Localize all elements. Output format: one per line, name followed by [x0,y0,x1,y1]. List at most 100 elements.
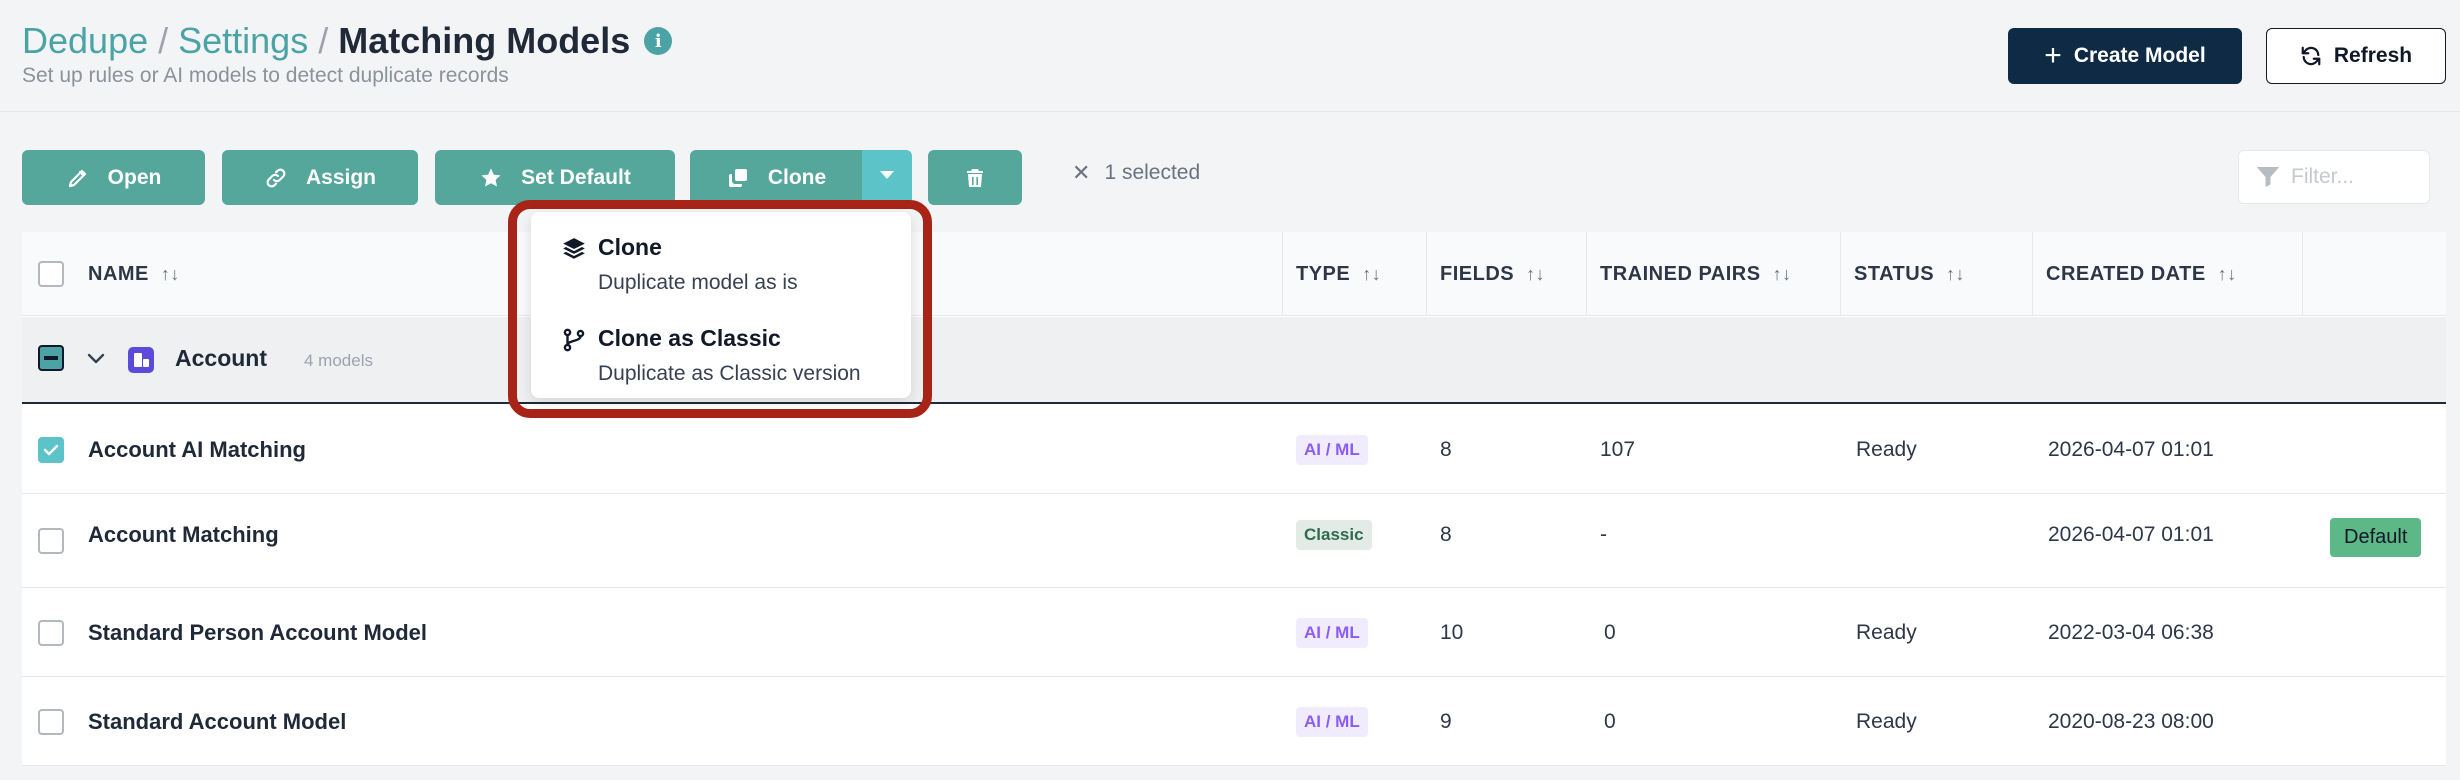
sort-icon: ↑↓ [1526,263,1546,284]
column-divider [2032,232,2033,316]
column-header-type[interactable]: TYPE ↑↓ [1296,232,1381,316]
type-badge: AI / ML [1296,435,1368,465]
row-checkbox[interactable] [38,620,64,646]
branch-icon [563,328,585,352]
table-row[interactable]: Account AI Matching AI / ML 8 107 Ready … [22,406,2446,494]
breadcrumb-settings[interactable]: Settings [178,20,308,62]
filter-field[interactable] [2238,150,2430,204]
group-count: 4 models [304,351,373,370]
open-label: Open [107,165,162,189]
table-row[interactable]: Account Matching Classic 8 - 2026-04-07 … [22,495,2446,588]
create-model-button[interactable]: + Create Model [2008,28,2242,84]
column-divider [1840,232,1841,316]
create-model-label: Create Model [2073,44,2206,67]
table-row[interactable]: Standard Account Model AI / ML 9 0 Ready… [22,678,2446,766]
row-checkbox[interactable] [38,528,64,554]
plus-icon: + [2044,39,2062,72]
row-trained-pairs: - [1600,523,1607,546]
filter-icon [2256,167,2280,187]
refresh-label: Refresh [2333,44,2413,67]
clone-dropdown-toggle[interactable] [862,150,912,205]
column-divider [2302,232,2303,316]
column-header-created-date[interactable]: CREATED DATE ↑↓ [2046,232,2237,316]
link-icon [266,168,286,187]
trash-icon [967,168,983,187]
row-trained-pairs: 0 [1604,710,1616,733]
clone-label: Clone [767,165,827,189]
clear-selection-icon[interactable]: ✕ [1072,160,1090,186]
column-type-label: TYPE [1296,262,1351,285]
menu-item-clone[interactable]: Clone Duplicate model as is [531,216,911,304]
column-header-fields[interactable]: FIELDS ↑↓ [1440,232,1545,316]
breadcrumb-separator: / [158,20,169,61]
row-status: Ready [1856,438,1917,461]
row-created-date: 2026-04-07 01:01 [2048,523,2214,546]
row-checkbox[interactable] [38,437,64,463]
column-divider [1282,232,1283,316]
star-icon [481,168,501,186]
type-badge: AI / ML [1296,618,1368,648]
group-checkbox[interactable] [38,345,64,371]
models-table: NAME ↑↓ TYPE ↑↓ FIELDS ↑↓ TRAINED PAIRS … [22,232,2446,766]
row-name[interactable]: Standard Person Account Model [88,589,427,677]
row-created-date: 2026-04-07 01:01 [2048,438,2214,461]
type-badge: AI / ML [1296,707,1368,737]
menu-item-clone-as-classic[interactable]: Clone as Classic Duplicate as Classic ve… [531,307,911,395]
info-icon[interactable]: i [644,27,673,55]
page-title: Matching Models [338,20,631,61]
breadcrumb-dedupe[interactable]: Dedupe [22,20,148,62]
column-name-label: NAME [88,262,149,285]
menu-item-title: Clone [598,234,662,260]
sort-icon: ↑↓ [160,263,180,284]
refresh-icon [2301,46,2321,66]
assign-button[interactable]: Assign [222,150,418,205]
row-name[interactable]: Account Matching [88,495,279,575]
column-status-label: STATUS [1854,262,1935,285]
type-badge: Classic [1296,520,1372,550]
group-label: Account [175,345,267,371]
row-created-date: 2022-03-04 06:38 [2048,621,2214,644]
sort-icon: ↑↓ [1362,263,1382,284]
set-default-label: Set Default [521,165,631,189]
row-fields: 9 [1440,710,1452,733]
row-name[interactable]: Account AI Matching [88,406,306,494]
page-header: Dedupe / Settings / Matching Models i Se… [0,0,2460,112]
select-all-checkbox[interactable] [38,261,64,287]
sort-icon: ↑↓ [1946,263,1966,284]
row-status: Ready [1856,710,1917,733]
column-header-status[interactable]: STATUS ↑↓ [1854,232,1965,316]
row-checkbox[interactable] [38,709,64,735]
row-trained-pairs: 0 [1604,621,1616,644]
sort-icon: ↑↓ [2217,263,2237,284]
row-fields: 8 [1440,523,1452,546]
row-trained-pairs: 107 [1600,438,1636,461]
column-divider [1426,232,1427,316]
open-button[interactable]: Open [22,150,205,205]
clone-split-button: Clone [690,150,912,205]
layers-icon [563,238,585,259]
row-name[interactable]: Standard Account Model [88,678,346,766]
column-divider [1586,232,1587,316]
menu-item-description: Duplicate as Classic version [598,362,861,385]
set-default-button[interactable]: Set Default [435,150,675,205]
object-icon [128,347,154,373]
group-row-account[interactable]: Account 4 models [22,317,2446,404]
refresh-button[interactable]: Refresh [2266,28,2446,84]
caret-down-icon [880,171,894,179]
page-subtitle: Set up rules or AI models to detect dupl… [22,64,509,87]
row-fields: 8 [1440,438,1452,461]
filter-input[interactable] [2291,165,2421,189]
clone-dropdown-menu: Clone Duplicate model as is Clone as Cla… [531,212,911,398]
delete-button[interactable] [928,150,1022,205]
row-created-date: 2020-08-23 08:00 [2048,710,2214,733]
column-header-name[interactable]: NAME ↑↓ [88,232,180,316]
selected-count: 1 selected [1104,161,1201,184]
breadcrumb: Dedupe / Settings / Matching Models i [22,20,673,62]
chevron-down-icon[interactable] [86,352,106,366]
column-header-trained-pairs[interactable]: TRAINED PAIRS ↑↓ [1600,232,1792,316]
copy-icon [728,168,747,187]
row-status: Ready [1856,621,1917,644]
clone-button[interactable]: Clone [690,150,862,205]
table-row[interactable]: Standard Person Account Model AI / ML 10… [22,589,2446,677]
column-trained-pairs-label: TRAINED PAIRS [1600,262,1761,285]
